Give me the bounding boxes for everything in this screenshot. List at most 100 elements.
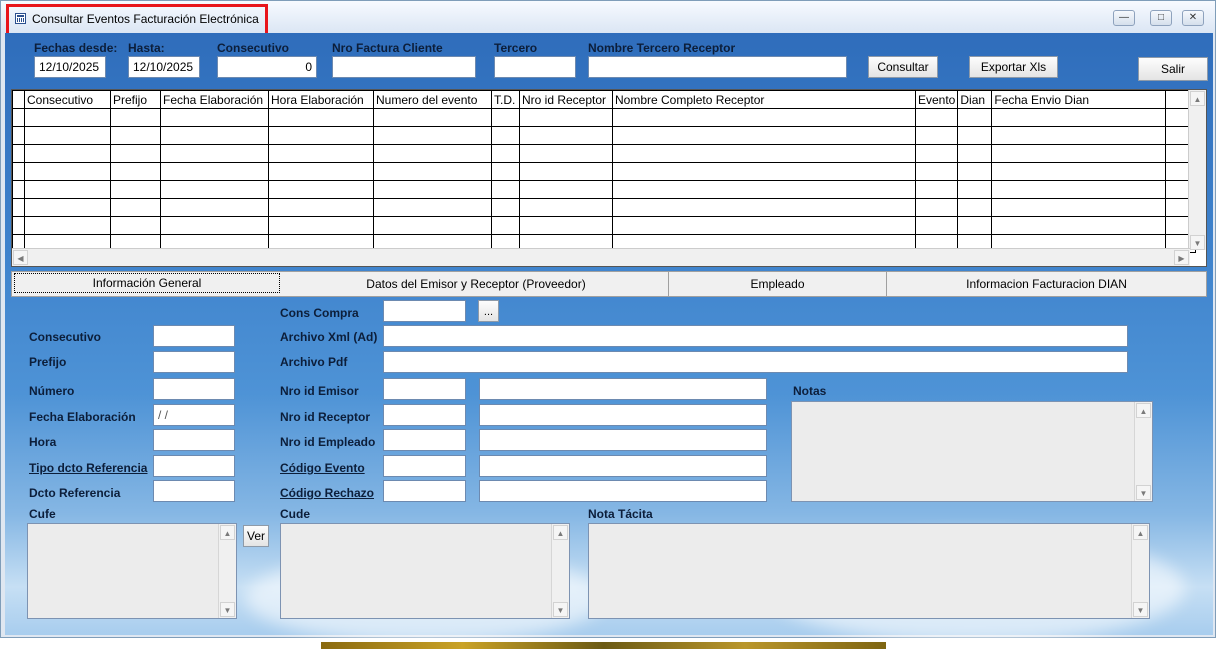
column-header[interactable]: Nro id Receptor (519, 90, 613, 109)
row-header-cell[interactable] (12, 162, 25, 181)
nombre-empleado-input[interactable] (479, 429, 767, 451)
codigo-rechazo-link[interactable]: Código Rechazo (280, 486, 374, 500)
table-cell[interactable] (110, 108, 161, 127)
tab-datos-emisor-receptor[interactable]: Datos del Emisor y Receptor (Proveedor) (284, 272, 669, 296)
table-cell[interactable] (957, 126, 993, 145)
nota-tacita-scrollbar[interactable]: ▲ ▼ (1131, 524, 1149, 618)
tipo-dcto-referencia-input[interactable] (153, 455, 235, 477)
table-cell[interactable] (957, 162, 993, 181)
scroll-right-icon[interactable]: ▶ (1174, 250, 1189, 265)
tercero-input[interactable] (494, 56, 576, 78)
column-header[interactable]: Hora Elaboración (268, 90, 374, 109)
cufe-scrollbar[interactable]: ▲ ▼ (218, 524, 236, 618)
table-cell[interactable] (491, 216, 520, 235)
table-cell[interactable] (268, 198, 374, 217)
table-cell[interactable] (110, 162, 161, 181)
maximize-icon[interactable]: □ (1150, 10, 1172, 26)
table-cell[interactable] (612, 198, 916, 217)
table-cell[interactable] (110, 126, 161, 145)
consecutivo-input[interactable] (153, 325, 235, 347)
fecha-elaboracion-input[interactable]: / / (153, 404, 235, 426)
column-header[interactable]: Evento (914, 90, 959, 109)
table-cell[interactable] (268, 108, 374, 127)
table-row[interactable] (12, 180, 1197, 199)
notas-scrollbar[interactable]: ▲ ▼ (1134, 402, 1152, 501)
cude-textarea[interactable]: ▲ ▼ (280, 523, 570, 619)
table-cell[interactable] (991, 216, 1167, 235)
column-header[interactable]: Numero del evento (373, 90, 492, 109)
row-header-cell[interactable] (12, 144, 25, 163)
table-cell[interactable] (160, 216, 269, 235)
cude-scrollbar[interactable]: ▲ ▼ (551, 524, 569, 618)
nro-id-receptor-input[interactable] (383, 404, 466, 426)
table-cell[interactable] (612, 216, 916, 235)
codigo-evento-input[interactable] (383, 455, 466, 477)
column-header[interactable]: Prefijo (110, 90, 161, 109)
table-cell[interactable] (268, 180, 374, 199)
table-cell[interactable] (160, 126, 269, 145)
table-cell[interactable] (914, 144, 959, 163)
table-cell[interactable] (491, 126, 520, 145)
codigo-rechazo-input[interactable] (383, 480, 466, 502)
column-header[interactable]: T.D. (491, 90, 520, 109)
table-cell[interactable] (519, 198, 613, 217)
consecutivo-filter-input[interactable]: 0 (217, 56, 317, 78)
archivo-pdf-input[interactable] (383, 351, 1128, 373)
scroll-up-icon[interactable]: ▲ (1136, 403, 1151, 418)
hora-input[interactable] (153, 429, 235, 451)
codigo-evento-link[interactable]: Código Evento (280, 461, 365, 475)
archivo-xml-input[interactable] (383, 325, 1128, 347)
table-cell[interactable] (268, 162, 374, 181)
table-cell[interactable] (612, 144, 916, 163)
scroll-down-icon[interactable]: ▼ (1136, 485, 1151, 500)
exportar-xls-button[interactable]: Exportar Xls (969, 56, 1058, 78)
table-cell[interactable] (373, 216, 492, 235)
table-cell[interactable] (491, 162, 520, 181)
table-cell[interactable] (957, 144, 993, 163)
table-row[interactable] (12, 198, 1197, 217)
table-cell[interactable] (160, 108, 269, 127)
table-row[interactable] (12, 144, 1197, 163)
nombre-tercero-input[interactable] (588, 56, 847, 78)
table-row[interactable] (12, 108, 1197, 127)
nombre-receptor-input[interactable] (479, 404, 767, 426)
close-icon[interactable]: ✕ (1182, 10, 1204, 26)
ver-button[interactable]: Ver (243, 525, 269, 547)
table-cell[interactable] (914, 198, 959, 217)
row-header-cell[interactable] (12, 180, 25, 199)
table-cell[interactable] (957, 108, 993, 127)
table-cell[interactable] (914, 126, 959, 145)
fecha-hasta-input[interactable]: 12/10/2025 (128, 56, 200, 78)
row-header-cell[interactable] (12, 216, 25, 235)
table-cell[interactable] (268, 144, 374, 163)
table-cell[interactable] (491, 180, 520, 199)
column-header[interactable]: Fecha Envio Dian (991, 90, 1167, 109)
consultar-button[interactable]: Consultar (868, 56, 938, 78)
table-cell[interactable] (519, 126, 613, 145)
table-cell[interactable] (612, 162, 916, 181)
table-row[interactable] (12, 162, 1197, 181)
table-cell[interactable] (373, 180, 492, 199)
table-cell[interactable] (24, 108, 111, 127)
table-cell[interactable] (24, 180, 111, 199)
cons-compra-lookup-button[interactable]: ... (478, 300, 499, 322)
column-header[interactable]: Fecha Elaboración (160, 90, 269, 109)
table-cell[interactable] (110, 180, 161, 199)
table-cell[interactable] (519, 144, 613, 163)
table-cell[interactable] (110, 198, 161, 217)
column-header[interactable]: Dian (957, 90, 993, 109)
minimize-icon[interactable]: — (1113, 10, 1135, 26)
row-header-cell[interactable] (12, 126, 25, 145)
table-cell[interactable] (373, 126, 492, 145)
table-cell[interactable] (24, 198, 111, 217)
column-header[interactable]: Nombre Completo Receptor (612, 90, 916, 109)
scroll-up-icon[interactable]: ▲ (1190, 91, 1205, 106)
tipo-dcto-referencia-link[interactable]: Tipo dcto Referencia (29, 461, 147, 475)
scroll-down-icon[interactable]: ▼ (220, 602, 235, 617)
table-cell[interactable] (491, 108, 520, 127)
table-cell[interactable] (491, 198, 520, 217)
row-header-cell[interactable] (12, 108, 25, 127)
scroll-down-icon[interactable]: ▼ (553, 602, 568, 617)
table-cell[interactable] (519, 216, 613, 235)
prefijo-input[interactable] (153, 351, 235, 373)
